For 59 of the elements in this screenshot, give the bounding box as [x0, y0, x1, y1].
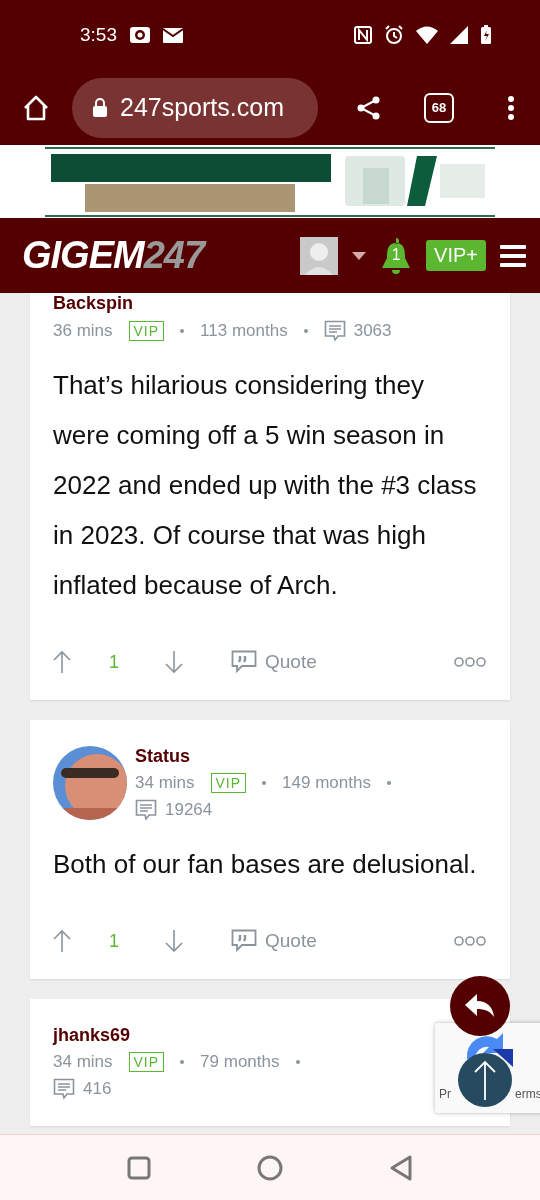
comment-icon	[53, 1078, 75, 1100]
home-button-icon[interactable]	[257, 1154, 283, 1181]
home-icon[interactable]	[22, 93, 50, 122]
up-arrow-icon	[474, 1060, 496, 1100]
tab-count-button[interactable]: 68	[424, 92, 454, 123]
post-count: 3063	[353, 321, 392, 341]
separator-dot	[295, 1060, 300, 1064]
upvote-arrow-icon[interactable]	[53, 650, 71, 674]
post-count: 19264	[165, 800, 213, 820]
comment-icon	[135, 799, 157, 821]
downvote-arrow-icon[interactable]	[165, 650, 183, 674]
comment-icon	[323, 320, 346, 342]
url-bar[interactable]: 247sports.com	[72, 77, 318, 138]
caret-icon[interactable]	[352, 251, 367, 260]
separator-dot	[303, 329, 308, 333]
author-name[interactable]: jhanks69	[53, 1025, 353, 1046]
back-icon[interactable]	[389, 1154, 413, 1181]
post-text: That’s hilarious considering they were coming off a 5 win season in 2022 and ended up with the #3 class in 2023. Of course that was high inflated because of Arch.	[53, 369, 478, 602]
radio-icon	[129, 26, 151, 44]
wifi-icon	[416, 26, 438, 44]
reply-arrow-icon	[465, 994, 495, 1018]
post-time: 36 mins	[53, 321, 113, 341]
url-text: 247sports.com	[120, 93, 284, 122]
member-tenure: 149 months	[282, 773, 371, 793]
upvote-arrow-icon[interactable]	[53, 929, 71, 953]
mail-icon	[163, 27, 183, 43]
author-name[interactable]: Backspin	[53, 293, 392, 314]
battery-icon	[480, 25, 492, 45]
quote-icon	[231, 929, 257, 953]
post-count: 416	[83, 1079, 112, 1099]
member-tenure: 113 months	[200, 321, 288, 341]
menu-icon[interactable]	[500, 244, 526, 267]
lock-icon	[92, 97, 108, 118]
nfc-icon	[354, 26, 372, 44]
separator-dot	[262, 781, 267, 785]
recent-apps-icon[interactable]	[127, 1155, 151, 1180]
vote-count: 1	[109, 651, 119, 673]
signal-icon	[450, 26, 468, 44]
author-name[interactable]: Status	[135, 746, 435, 767]
user-avatar-icon[interactable]	[300, 236, 339, 275]
post-text: Both of our fan bases are delusional.	[53, 848, 478, 881]
share-icon[interactable]	[356, 94, 382, 121]
post-time: 34 mins	[135, 773, 195, 793]
quote-icon	[231, 650, 257, 674]
vip-badge: VIP	[128, 1052, 165, 1072]
site-logo[interactable]: GIGEM247	[22, 234, 205, 277]
downvote-arrow-icon[interactable]	[165, 929, 183, 953]
clock-time: 3:53	[80, 24, 117, 46]
more-options-icon[interactable]	[507, 94, 515, 121]
vip-badge: VIP	[210, 773, 247, 793]
member-tenure: 79 months	[200, 1052, 280, 1072]
separator-dot	[180, 329, 185, 333]
separator-dot	[180, 1060, 185, 1064]
vote-count: 1	[109, 930, 119, 952]
post-time: 34 mins	[53, 1052, 113, 1072]
vip-badge: VIP	[128, 321, 165, 341]
alarm-icon	[384, 25, 404, 45]
separator-dot	[386, 781, 391, 785]
recaptcha-link[interactable]: Pr	[439, 1087, 451, 1101]
